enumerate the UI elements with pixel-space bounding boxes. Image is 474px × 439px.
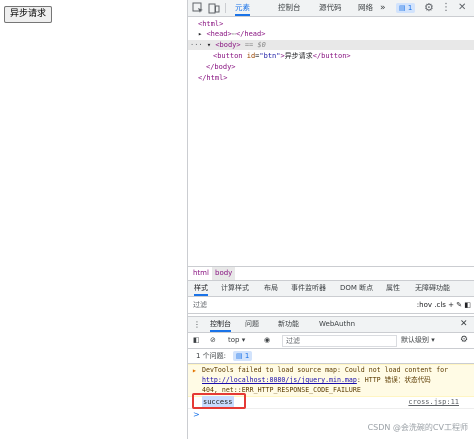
console-prompt[interactable]: > (193, 410, 200, 419)
breadcrumb: html body (188, 266, 474, 281)
devtools-toolbar: 元素 控制台 源代码 网络 » ▤ 1 ⚙ ⋮ ✕ (188, 0, 474, 17)
breadcrumb-html[interactable]: html (190, 267, 212, 280)
log-source-link[interactable]: cross.jsp:11 (408, 396, 459, 408)
dom-node-body-close[interactable]: </body> (206, 62, 236, 72)
inspect-icon[interactable] (192, 2, 204, 14)
dom-node-head[interactable]: ▸ <head>⋯</head> (198, 29, 265, 39)
tab-console[interactable]: 控制台 (278, 0, 301, 16)
devtools-panel: 元素 控制台 源代码 网络 » ▤ 1 ⚙ ⋮ ✕ <html> ▸ <head… (187, 0, 474, 439)
toolbar-divider (225, 3, 226, 13)
eye-icon[interactable]: ◉ (264, 333, 270, 348)
dom-node-html-close[interactable]: </html> (198, 73, 228, 83)
message-icon: ▤ (399, 4, 406, 12)
close-drawer-icon[interactable]: ✕ (460, 317, 468, 332)
gear-icon[interactable]: ⚙ (460, 333, 468, 348)
context-selector[interactable]: top ▾ (228, 333, 245, 348)
device-toggle-icon[interactable] (208, 2, 220, 14)
issues-badge-count: 1 (407, 4, 413, 12)
issues-row: 1 个问题: ▤ 1 (188, 349, 474, 364)
source-map-link[interactable]: http://localhost:8080/js/jquery.min.map (202, 376, 357, 384)
warning-line-1: DevTools failed to load source map: Coul… (202, 366, 449, 374)
async-request-button[interactable]: 异步请求 (4, 6, 53, 23)
cls-toggle[interactable]: .cls (434, 301, 446, 309)
tab-event-listeners[interactable]: 事件监听器 (291, 281, 326, 296)
drawer-tab-whats-new[interactable]: 新功能 (278, 317, 299, 332)
tab-dom-breakpoints[interactable]: DOM 断点 (340, 281, 373, 296)
message-icon: ▤ (236, 352, 243, 360)
warning-icon: ▸ (192, 366, 197, 375)
gear-icon[interactable]: ⚙ (424, 2, 436, 14)
page-viewport: 异步请求 (0, 0, 187, 439)
sidebar-toggle-icon[interactable]: ◧ (464, 301, 471, 309)
dom-node-html[interactable]: <html> (198, 19, 223, 29)
issues-count-badge[interactable]: ▤ 1 (233, 351, 253, 361)
paint-icon[interactable]: ✎ (456, 301, 462, 309)
console-filter-input[interactable]: 过滤 (282, 335, 397, 347)
tab-elements[interactable]: 元素 (235, 0, 250, 16)
log-levels-dropdown[interactable]: 默认级别 ▾ (401, 333, 435, 348)
kebab-menu-icon[interactable]: ⋮ (193, 317, 201, 332)
node-actions-icon[interactable]: ··· (188, 41, 203, 49)
hov-toggle[interactable]: :hov (417, 301, 432, 309)
sidebar-toggle-icon[interactable]: ◧ (193, 333, 200, 348)
drawer-tab-issues[interactable]: 问题 (245, 317, 259, 332)
dom-node-button[interactable]: <button id="btn">异步请求</button> (213, 51, 351, 61)
tab-sources[interactable]: 源代码 (319, 0, 342, 16)
dom-node-body[interactable]: ··· ▾ <body> == $0 (188, 40, 474, 50)
elements-dom-tree: <html> ▸ <head>⋯</head> ··· ▾ <body> == … (188, 17, 474, 265)
tab-computed[interactable]: 计算样式 (221, 281, 249, 296)
breadcrumb-body[interactable]: body (212, 267, 236, 280)
expand-arrow-icon[interactable]: ▸ (198, 30, 202, 38)
issues-badge[interactable]: ▤ 1 (396, 3, 416, 13)
highlight-box (192, 393, 246, 409)
styles-filter-tools: :hov .cls + ✎ ◧ (417, 297, 471, 313)
styles-tabbar: 样式 计算样式 布局 事件监听器 DOM 断点 属性 无障碍功能 (188, 281, 474, 297)
drawer-tab-webauthn[interactable]: WebAuthn (319, 317, 355, 332)
close-icon[interactable]: ✕ (458, 2, 470, 14)
warning-line-2: http://localhost:8080/js/jquery.min.map:… (202, 376, 431, 384)
styles-filter-input[interactable]: 过滤 (193, 297, 207, 313)
add-rule-icon[interactable]: + (448, 301, 454, 309)
more-tabs-button[interactable]: » (380, 0, 386, 16)
drawer-tab-console[interactable]: 控制台 (210, 317, 231, 332)
tab-layout[interactable]: 布局 (264, 281, 278, 296)
chevron-down-icon: ▾ (431, 336, 435, 344)
kebab-menu-icon[interactable]: ⋮ (441, 2, 453, 14)
drawer-tabbar: ⋮ 控制台 问题 新功能 WebAuthn ✕ (188, 316, 474, 333)
issues-label: 1 个问题: (196, 352, 227, 360)
tab-styles[interactable]: 样式 (194, 281, 208, 296)
collapse-arrow-icon[interactable]: ▾ (207, 41, 211, 49)
styles-filter-row: 过滤 :hov .cls + ✎ ◧ (188, 297, 474, 314)
tab-properties[interactable]: 属性 (386, 281, 400, 296)
tab-network[interactable]: 网络 (358, 0, 373, 16)
clear-console-icon[interactable]: ⊘ (210, 333, 216, 348)
chevron-down-icon: ▾ (241, 336, 246, 344)
console-toolbar: ◧ ⊘ top ▾ ◉ 过滤 默认级别 ▾ ⚙ (188, 333, 474, 349)
watermark: CSDN @会洗碗的CV工程师 (367, 423, 468, 432)
tab-accessibility[interactable]: 无障碍功能 (415, 281, 450, 296)
